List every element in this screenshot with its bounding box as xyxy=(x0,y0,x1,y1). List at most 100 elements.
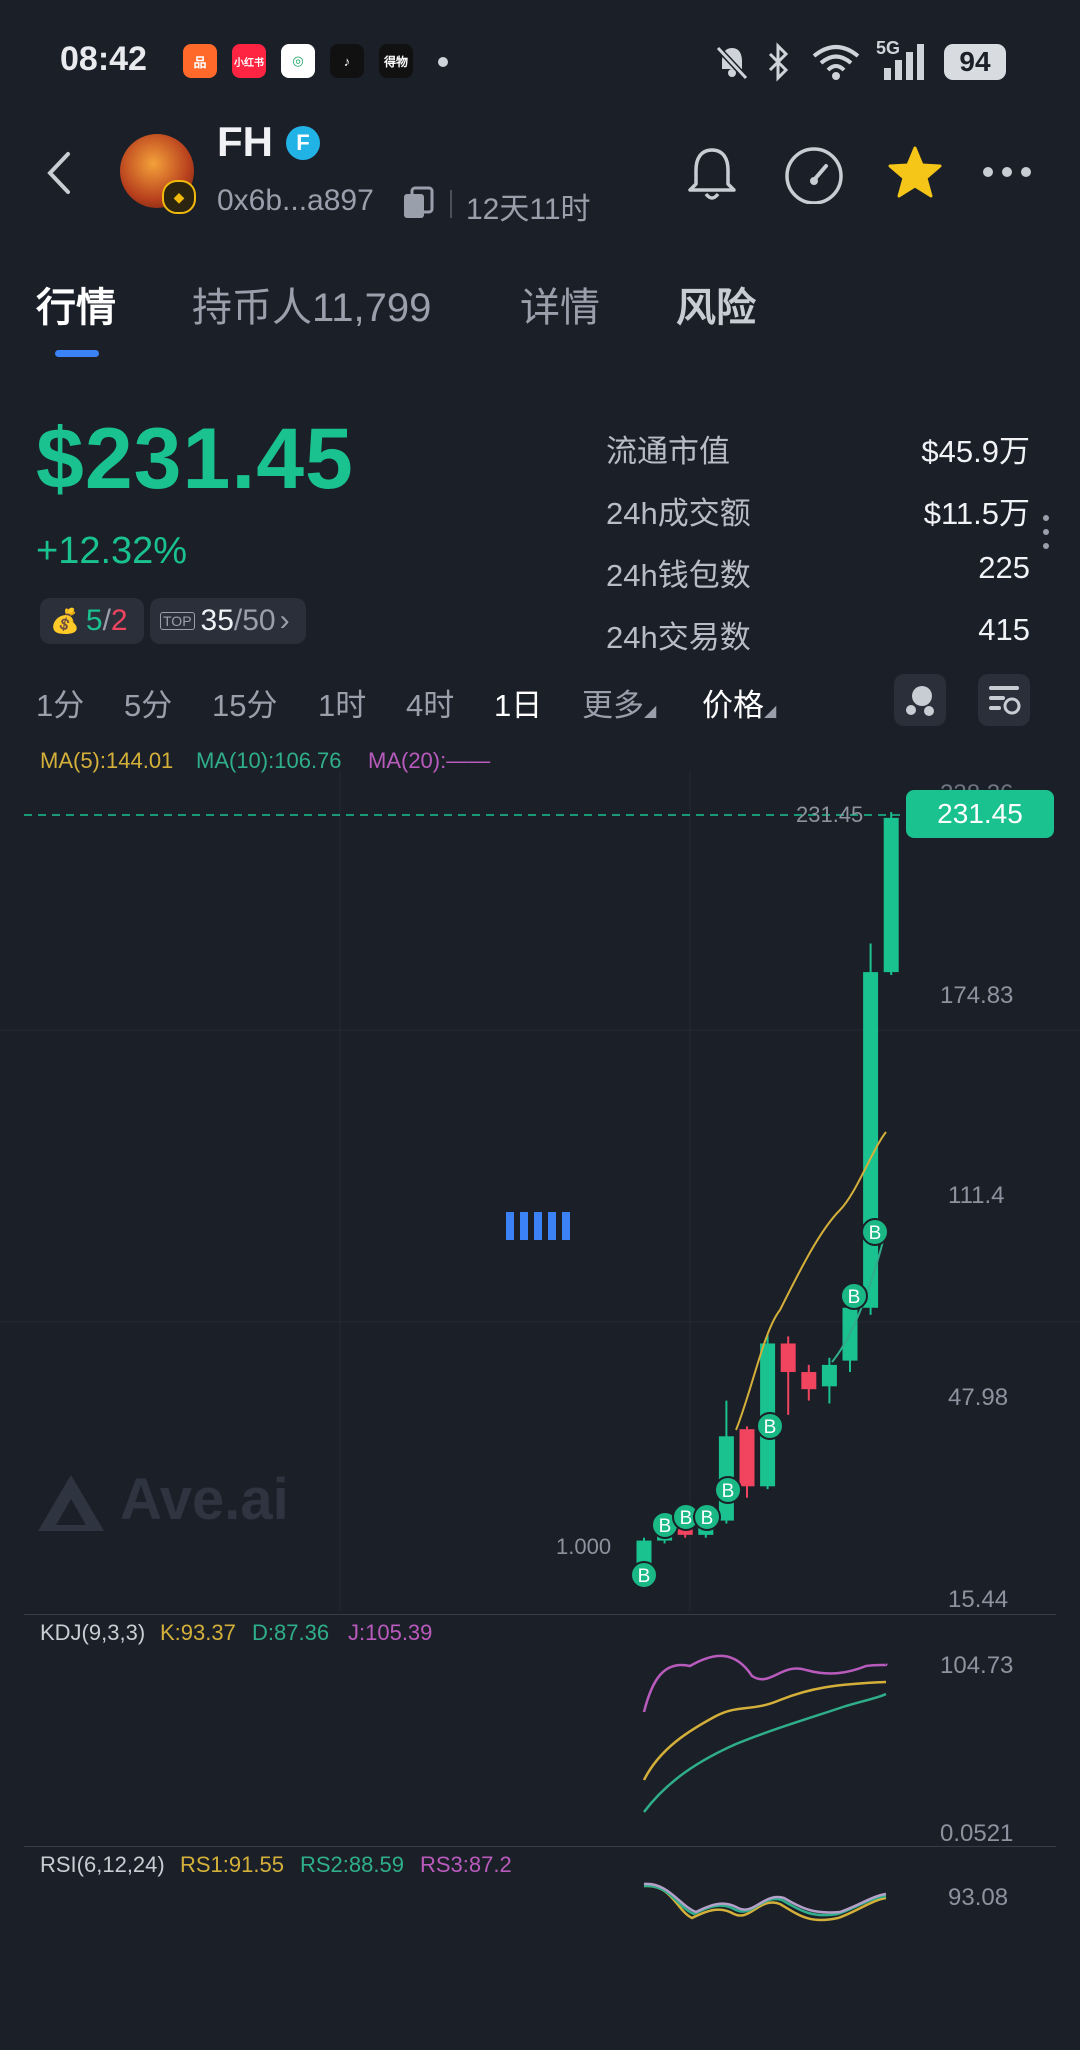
y-axis-label-bottom: 15.44 xyxy=(948,1586,1009,1613)
tab-details[interactable]: 详情 xyxy=(520,275,600,333)
panel-divider xyxy=(24,1846,1056,1847)
current-price: $231.45 xyxy=(36,411,354,507)
buy-marker-label: B xyxy=(764,1417,777,1438)
timeframe-1m[interactable]: 1分 xyxy=(36,680,84,725)
top-holders-total: /50 xyxy=(233,604,276,637)
buy-marker[interactable]: B xyxy=(630,1561,658,1589)
buy-marker-label: B xyxy=(680,1508,693,1529)
tab-market[interactable]: 行情 xyxy=(36,275,116,333)
buy-marker-label: B xyxy=(848,1287,861,1308)
buy-marker[interactable]: B xyxy=(840,1282,868,1310)
panel-divider xyxy=(24,1614,1056,1615)
stat-label-trades: 24h交易数 xyxy=(606,620,751,655)
battery-level: 94 xyxy=(944,44,1006,80)
token-age: 12天11时 xyxy=(466,193,591,226)
candle[interactable] xyxy=(801,1372,817,1390)
speedometer-icon[interactable] xyxy=(782,144,846,204)
signal-icon xyxy=(884,44,924,80)
tab-indicator xyxy=(55,350,99,357)
dropdown-triangle-icon: ◢ xyxy=(644,703,657,720)
candlestick-chart[interactable]: BB B BBBBB xyxy=(0,770,1080,1610)
indicator-settings-button[interactable] xyxy=(894,674,946,726)
buy-marker[interactable]: B xyxy=(714,1476,742,1504)
price-mode-selector[interactable]: 价格◢ xyxy=(702,680,776,725)
timeframe-5m[interactable]: 5分 xyxy=(124,680,172,725)
top-holders-count: 35 xyxy=(200,604,234,637)
dewu-icon: 得物 xyxy=(379,44,413,78)
candle[interactable] xyxy=(821,1364,837,1387)
candle[interactable] xyxy=(883,817,899,973)
bnb-chain-icon: ◆ xyxy=(162,180,196,214)
y-axis-label: 47.98 xyxy=(948,1384,1009,1411)
kdj-d-line xyxy=(643,1692,887,1813)
status-bar: 08:42 品 小红书 ◎ ♪ 得物 5G 94 xyxy=(0,0,1080,120)
price-change: +12.32% xyxy=(36,530,188,572)
data-gap-marker xyxy=(506,1212,570,1240)
badge-sell-count: 2 xyxy=(110,604,128,637)
back-arrow-icon[interactable] xyxy=(44,150,74,196)
y-axis-label: 111.4 xyxy=(948,1182,1005,1209)
buy-marker[interactable]: B xyxy=(861,1218,889,1246)
candle[interactable] xyxy=(863,972,879,1308)
tiktok-icon: ♪ xyxy=(330,44,364,78)
timeframe-15m[interactable]: 15分 xyxy=(212,680,277,725)
status-time: 08:42 xyxy=(60,40,147,78)
current-price-tag[interactable]: 231.45 xyxy=(906,790,1054,838)
stat-value-trades: 415 xyxy=(978,612,1030,647)
favorite-star-icon[interactable] xyxy=(886,144,944,202)
more-label: 更多 xyxy=(582,688,644,723)
tab-risk[interactable]: 风险 xyxy=(676,275,756,333)
chevron-right-icon: › xyxy=(279,604,290,637)
contract-address: 0x6b...a897 xyxy=(217,184,374,217)
divider xyxy=(450,190,452,218)
stat-value-market-cap: $45.9万 xyxy=(921,434,1030,469)
bell-icon[interactable] xyxy=(684,144,740,204)
buy-marker-label: B xyxy=(701,1508,714,1529)
stat-value-wallets: 225 xyxy=(978,550,1030,585)
buy-marker-label: B xyxy=(722,1481,735,1502)
vertical-dots-icon[interactable] xyxy=(1040,512,1052,552)
timeframe-1d[interactable]: 1日 xyxy=(494,680,542,725)
candle[interactable] xyxy=(739,1429,755,1487)
candle[interactable] xyxy=(780,1343,796,1373)
kdj-k-line xyxy=(642,1680,887,1781)
buy-marker[interactable]: B xyxy=(756,1412,784,1440)
timeframe-more[interactable]: 更多◢ xyxy=(582,680,656,725)
buy-marker[interactable]: B xyxy=(693,1503,721,1531)
rsi-chart[interactable] xyxy=(0,1870,1080,1950)
low-price-label: 1.000 xyxy=(556,1534,612,1559)
y-axis-label: 174.83 xyxy=(940,982,1014,1009)
badge-separator: / xyxy=(102,604,111,637)
top-holders-badge[interactable]: TOP 35 /50 › xyxy=(150,598,306,644)
price-line-label: 231.45 xyxy=(796,802,864,827)
money-bag-icon: 💰 xyxy=(50,607,80,635)
bubbles-icon xyxy=(906,686,934,716)
verified-badge-icon: F xyxy=(286,126,320,160)
price-mode-label: 价格 xyxy=(702,688,764,723)
dropdown-triangle-icon: ◢ xyxy=(764,703,777,720)
wifi-icon xyxy=(812,45,860,80)
stat-label-market-cap: 流通市值 xyxy=(606,434,730,469)
stat-label-wallets: 24h钱包数 xyxy=(606,558,751,593)
stat-label-volume: 24h成交额 xyxy=(606,496,751,531)
notification-dot-icon xyxy=(438,57,448,67)
bluetooth-icon xyxy=(768,42,789,82)
token-name: FH xyxy=(217,118,273,165)
buy-marker-label: B xyxy=(638,1566,651,1587)
copy-icon[interactable] xyxy=(402,186,434,220)
buy-marker-label: B xyxy=(659,1516,672,1537)
crown-top-icon: TOP xyxy=(160,612,195,630)
more-options-icon[interactable] xyxy=(980,160,1034,184)
app-notification-icon: 品 xyxy=(183,44,217,78)
tab-holders[interactable]: 持币人11,799 xyxy=(192,275,431,333)
kdj-chart[interactable] xyxy=(0,1640,1080,1840)
chart-settings-button[interactable] xyxy=(978,674,1030,726)
mute-bell-icon xyxy=(715,45,749,81)
buy-sell-badge: 💰 5 / 2 xyxy=(40,598,144,644)
stat-value-volume: $11.5万 xyxy=(923,496,1030,531)
chart-settings-icon xyxy=(989,686,1021,715)
badge-buy-count: 5 xyxy=(85,604,103,637)
timeframe-4h[interactable]: 4时 xyxy=(406,680,454,725)
timeframe-1h[interactable]: 1时 xyxy=(318,680,366,725)
buy-marker-label: B xyxy=(869,1223,882,1244)
